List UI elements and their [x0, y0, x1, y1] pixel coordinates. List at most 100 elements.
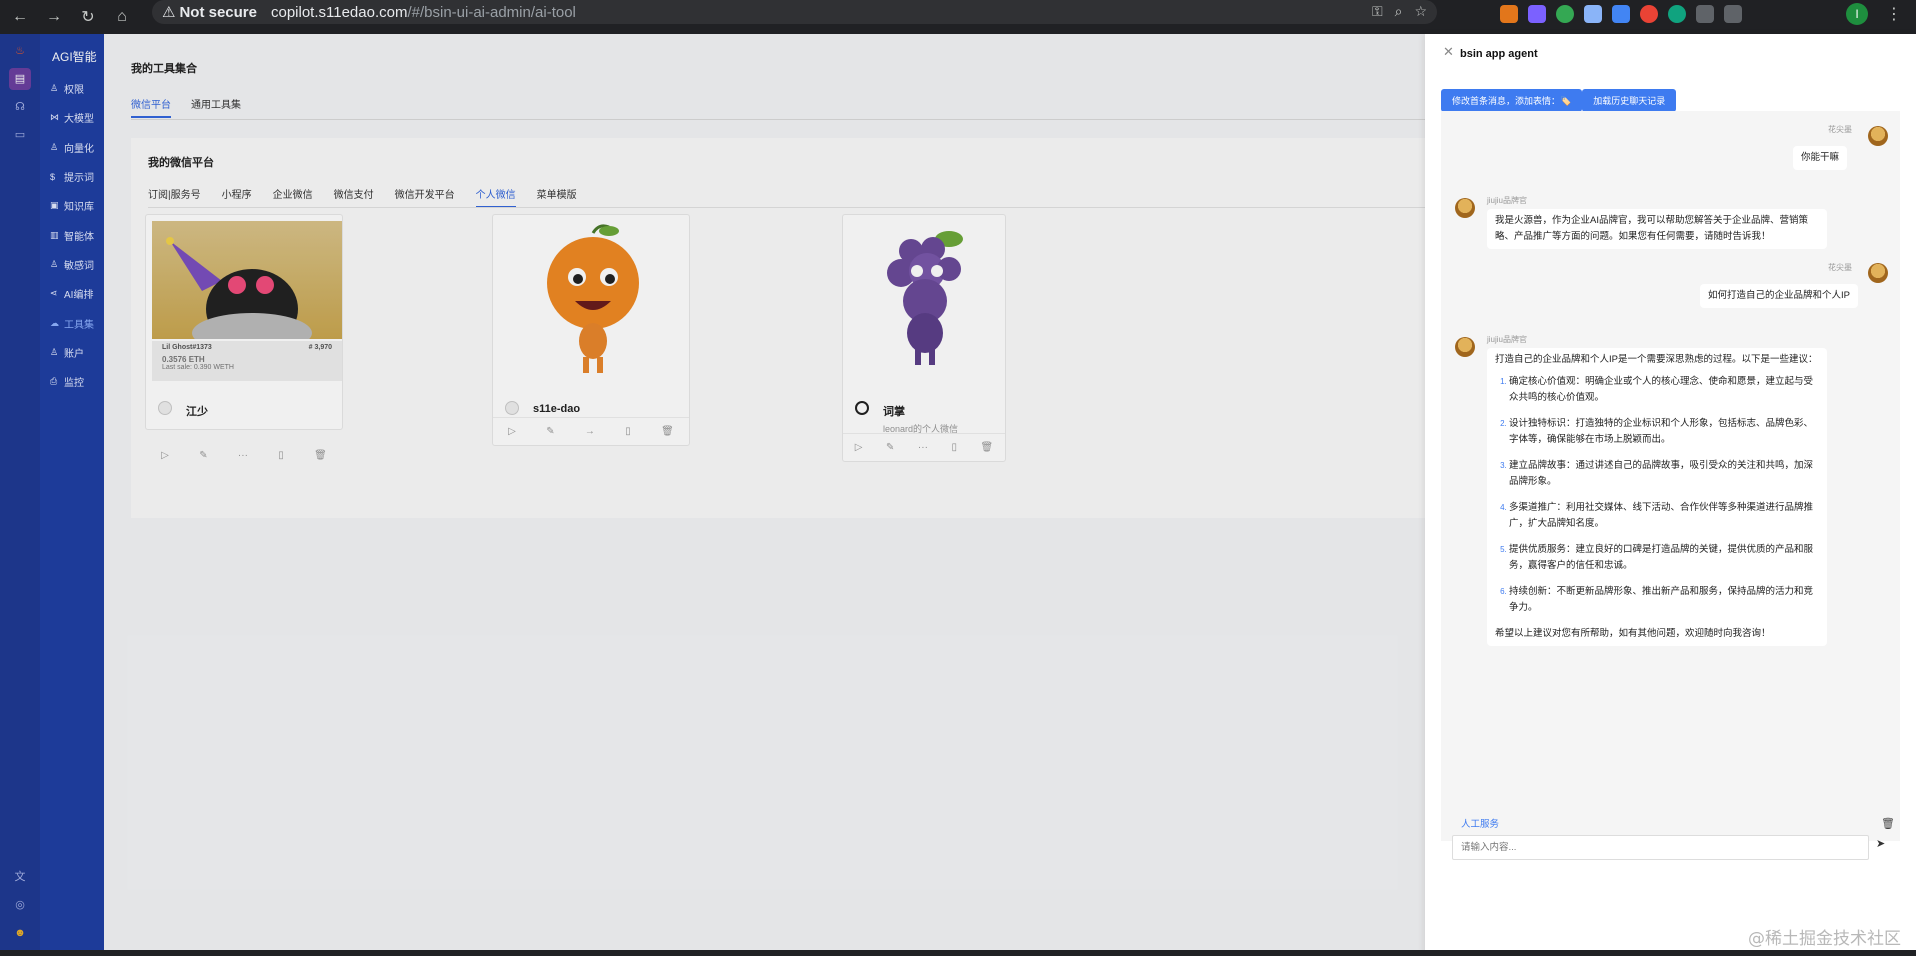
user-icon: ♙: [50, 83, 59, 94]
bot-message: 打造自己的企业品牌和个人IP是一个需要深思熟虑的过程。以下是一些建议： 确定核心…: [1487, 348, 1827, 646]
tab-wechat-platform[interactable]: 微信平台: [131, 96, 171, 118]
sidebar-item-ai-orchestration[interactable]: ⋖ AI编排: [40, 279, 104, 308]
sidebar-item-sensitive[interactable]: ♙ 敏感词: [40, 250, 104, 279]
more-icon[interactable]: ···: [918, 442, 928, 453]
extensions-puzzle-icon[interactable]: [1696, 5, 1714, 23]
delete-icon[interactable]: 🗑: [314, 450, 327, 461]
translate-icon[interactable]: 文: [9, 866, 31, 888]
openai-extension-icon[interactable]: [1668, 5, 1686, 23]
taskbar-strip: [0, 950, 1916, 956]
close-icon[interactable]: ✕: [1443, 44, 1454, 60]
browser-toolbar: ← → ↻ ⌂ ⚠ Not secure copilot.s11edao.com…: [0, 0, 1916, 34]
sidebar-item-monitor[interactable]: ⎙ 监控: [40, 367, 104, 396]
extensions-area: [1500, 5, 1742, 23]
send-icon[interactable]: ➤: [1876, 837, 1885, 850]
sidebar-item-vectorize[interactable]: ♙ 向量化: [40, 133, 104, 162]
chat-input[interactable]: [1453, 836, 1868, 859]
card-name: 词掌: [883, 406, 905, 418]
subtab-miniprogram[interactable]: 小程序: [222, 186, 252, 208]
copy-icon[interactable]: ▯: [951, 442, 957, 453]
wechat-card-s11e-dao[interactable]: s11e-dao ▷ ✎ → ▯ 🗑: [492, 214, 690, 446]
extension-icon[interactable]: [1612, 5, 1630, 23]
edit-icon[interactable]: ✎: [199, 450, 207, 461]
list-item: 设计独特标识：打造独特的企业标识和个人形象，包括标志、品牌色彩、字体等，确保能够…: [1509, 416, 1819, 448]
subtab-enterprise-wechat[interactable]: 企业微信: [273, 186, 313, 208]
delete-icon[interactable]: 🗑: [661, 426, 674, 437]
list-item: 持续创新：不断更新品牌形象、推出新产品和服务，保持品牌的活力和竞争力。: [1509, 584, 1819, 616]
subtab-open-platform[interactable]: 微信开发平台: [395, 186, 455, 208]
extension-icon[interactable]: [1556, 5, 1574, 23]
card-actions: ▷ ✎ ··· ▯ 🗑: [843, 433, 1005, 461]
edit-first-message-button[interactable]: 修改首条消息，添加表情：🏷️: [1441, 89, 1583, 112]
card-name: 江少: [186, 406, 208, 418]
extension-icon[interactable]: [1528, 5, 1546, 23]
book-icon: ▣: [50, 200, 59, 211]
arrow-icon[interactable]: →: [585, 426, 595, 437]
bookmark-star-icon[interactable]: ☆: [1414, 3, 1427, 20]
metamask-extension-icon[interactable]: [1500, 5, 1518, 23]
more-icon[interactable]: ···: [238, 450, 248, 461]
rail-headset-icon[interactable]: ☊: [9, 96, 31, 118]
sidebar-item-tools[interactable]: ☁ 工具集: [40, 308, 104, 337]
sidebar-item-agent[interactable]: ▥ 智能体: [40, 220, 104, 249]
clear-chat-icon[interactable]: 🗑: [1881, 817, 1895, 830]
wechat-card-cizhang[interactable]: 词掌 leonard的个人微信 ▷ ✎ ··· ▯ 🗑: [842, 214, 1006, 462]
play-icon[interactable]: ▷: [508, 426, 516, 437]
play-icon[interactable]: ▷: [161, 450, 169, 461]
wechat-card-jiangshao[interactable]: Lil Ghost#1373 # 3,970 0.3576 ETH Last s…: [145, 214, 343, 461]
play-icon[interactable]: ▷: [855, 442, 863, 453]
user-name: 花尖墨: [1828, 125, 1852, 134]
back-icon[interactable]: ←: [6, 3, 34, 31]
card-select-radio[interactable]: [158, 401, 172, 415]
load-history-button[interactable]: 加载历史聊天记录: [1582, 89, 1677, 112]
list-item: 确定核心价值观：明确企业或个人的核心理念、使命和愿景，建立起与受众共鸣的核心价值…: [1509, 374, 1819, 406]
subtab-wechat-pay[interactable]: 微信支付: [334, 186, 374, 208]
chat-window: 花尖墨 你能干嘛 jiujiu品牌官 我是火源兽，作为企业AI品牌官，我可以帮助…: [1441, 111, 1900, 860]
warning-icon: ⚠: [162, 4, 176, 21]
edit-icon[interactable]: ✎: [886, 442, 894, 453]
subtab-menu-template[interactable]: 菜单模版: [537, 186, 577, 208]
edit-icon[interactable]: ✎: [546, 426, 554, 437]
sidebar-item-llm[interactable]: ⋈ 大模型: [40, 103, 104, 132]
user-avatar-icon[interactable]: ☻: [9, 922, 31, 944]
zoom-icon[interactable]: ⌕: [1395, 3, 1403, 20]
sidebar-item-knowledge[interactable]: ▣ 知识库: [40, 191, 104, 220]
card-select-radio-checked[interactable]: [855, 401, 869, 415]
bot-avatar: [1455, 198, 1475, 218]
bot-name: jiujiu品牌官: [1487, 196, 1528, 205]
chat-actionbar: 修改首条消息，添加表情：🏷️ 加载历史聊天记录: [1441, 89, 1677, 112]
subtab-subscription[interactable]: 订阅|服务号: [148, 186, 201, 208]
extension-icon[interactable]: [1640, 5, 1658, 23]
sidebar-item-prompt[interactable]: $ 提示词: [40, 162, 104, 191]
sidebar-item-permission[interactable]: ♙ 权限: [40, 74, 104, 103]
tab-general-tools[interactable]: 通用工具集: [191, 96, 241, 118]
github-icon[interactable]: ◎: [9, 894, 31, 916]
home-icon[interactable]: ⌂: [108, 3, 136, 31]
url-host: copilot.s11edao.com: [270, 3, 408, 21]
subtab-personal-wechat[interactable]: 个人微信: [475, 186, 516, 208]
copy-icon[interactable]: ▯: [278, 450, 284, 461]
reload-icon[interactable]: ↻: [74, 3, 102, 31]
not-secure-warning[interactable]: ⚠ Not secure: [162, 3, 257, 22]
bot-name: jiujiu品牌官: [1487, 335, 1528, 344]
forward-icon[interactable]: →: [40, 3, 68, 31]
card-select-radio[interactable]: [505, 401, 519, 415]
sidebar: AGI智能 ♙ 权限 ⋈ 大模型 ♙ 向量化 $ 提示词 ▣ 知识库 ▥ 智能体 ♙ 敏感词 …: [40, 34, 104, 956]
list-item: 多渠道推广：利用社交媒体、线下活动、合作伙伴等多种渠道进行品牌推广，扩大品牌知名…: [1509, 500, 1819, 532]
subtabs-divider: [148, 207, 1429, 208]
delete-icon[interactable]: 🗑: [981, 442, 994, 453]
rail-card-icon[interactable]: ▭: [9, 124, 31, 146]
browser-menu-icon[interactable]: ⋮: [1886, 4, 1902, 24]
profile-avatar[interactable]: I: [1846, 3, 1868, 25]
rail-app-icon[interactable]: ▤: [9, 68, 31, 90]
key-icon[interactable]: ⚿: [1372, 3, 1383, 20]
human-service-link[interactable]: 人工服务: [1461, 816, 1499, 830]
extension-icon[interactable]: [1584, 5, 1602, 23]
address-bar[interactable]: ⚠ Not secure copilot.s11edao.com/#/bsin-…: [152, 0, 1437, 24]
bot-avatar: [1455, 337, 1475, 357]
share-icon: ⋈: [50, 112, 59, 123]
tabs-divider: [131, 119, 1429, 120]
side-panel-icon[interactable]: [1724, 5, 1742, 23]
copy-icon[interactable]: ▯: [625, 426, 631, 437]
sidebar-item-account[interactable]: ♙ 账户: [40, 338, 104, 367]
